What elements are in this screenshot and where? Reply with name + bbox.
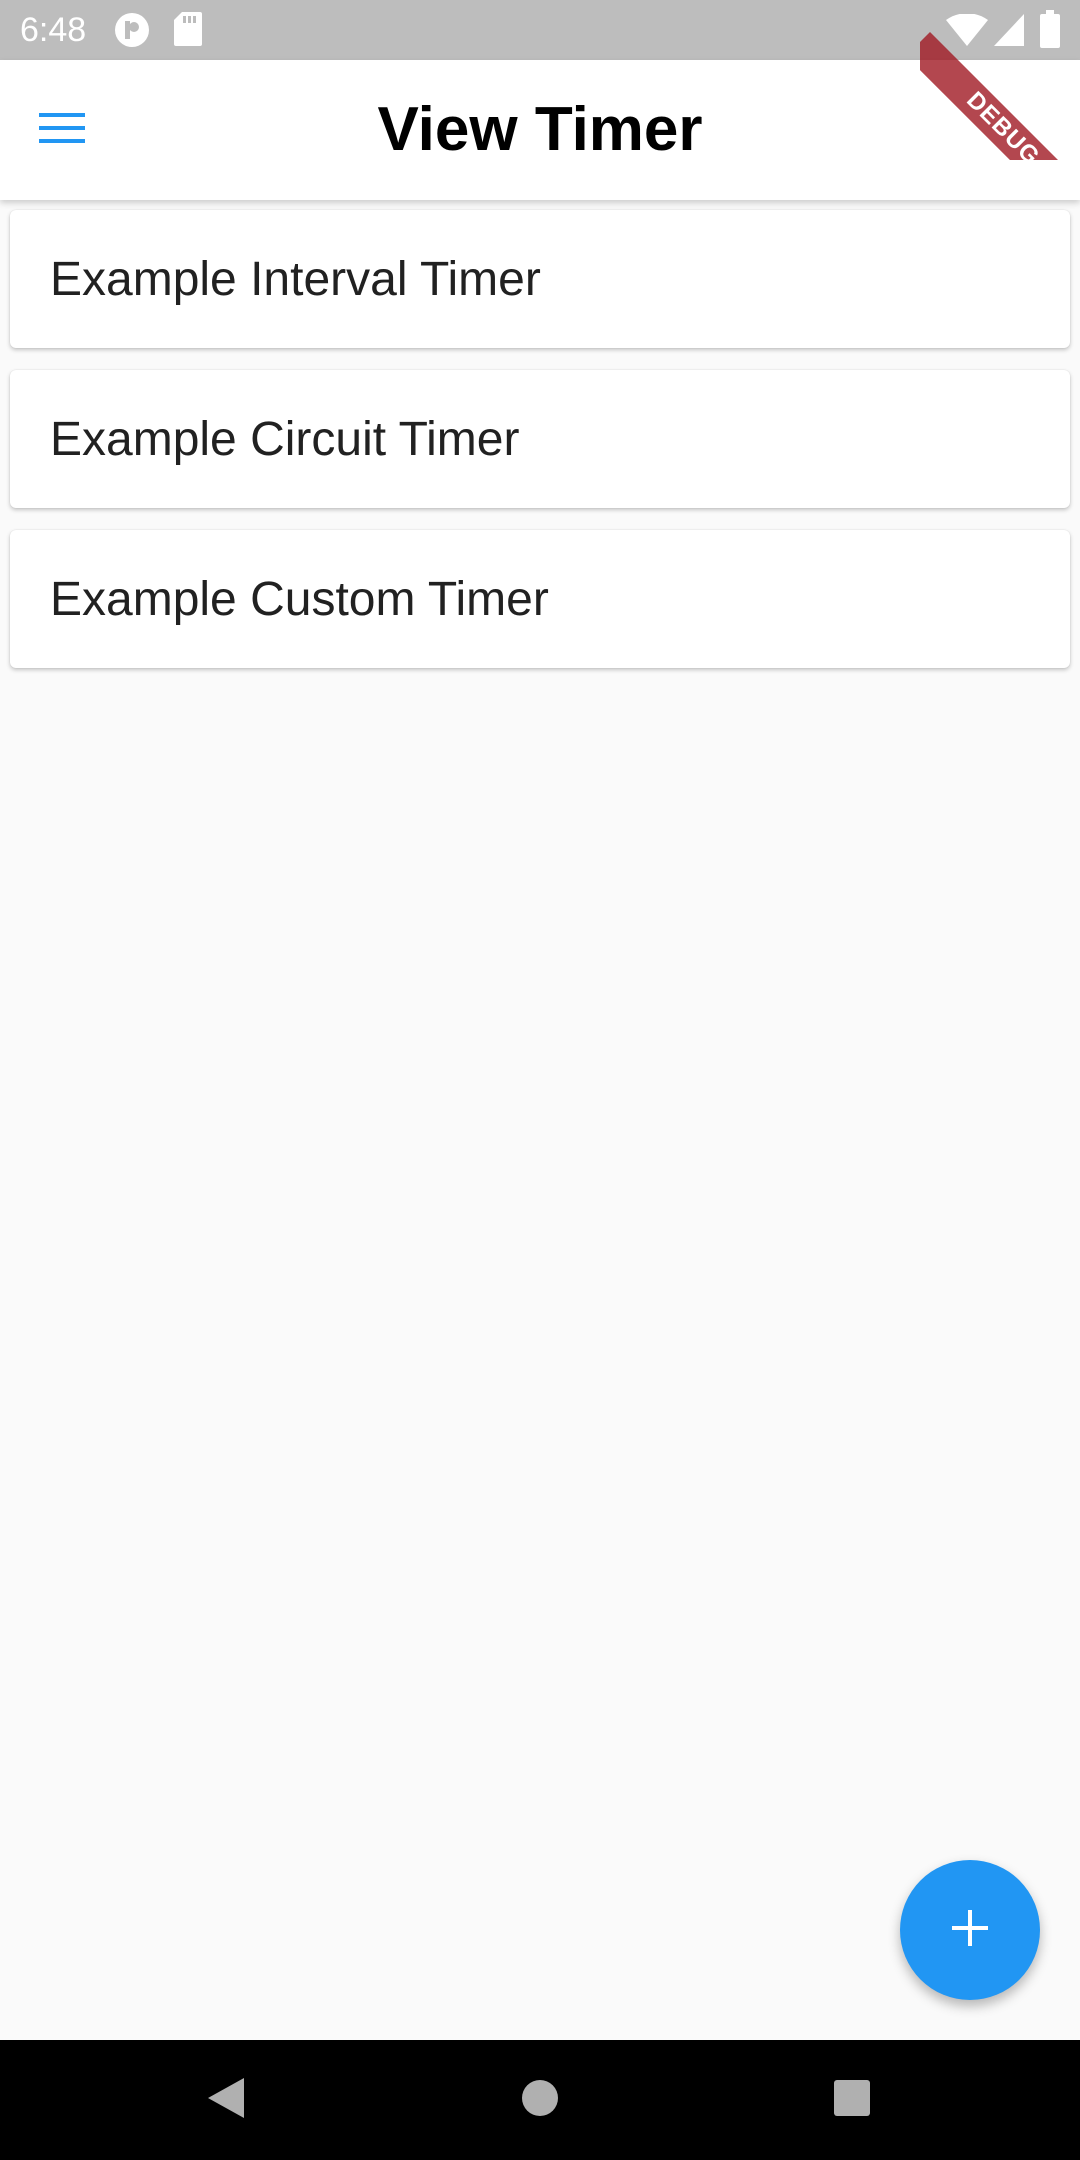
recents-button[interactable] [822, 2070, 882, 2130]
timer-card-label: Example Custom Timer [50, 572, 549, 626]
add-timer-button[interactable] [900, 1860, 1040, 2000]
screen: 6:48 View Timer Example Interval Timer E… [0, 0, 1080, 2160]
status-time: 6:48 [20, 11, 87, 49]
menu-icon [39, 111, 85, 150]
home-icon [521, 2079, 559, 2122]
plus-icon [950, 1908, 990, 1953]
wifi-icon [946, 13, 988, 51]
battery-icon [1040, 10, 1060, 53]
timer-card-circuit[interactable]: Example Circuit Timer [10, 370, 1070, 508]
timer-card-interval[interactable]: Example Interval Timer [10, 210, 1070, 348]
timer-card-custom[interactable]: Example Custom Timer [10, 530, 1070, 668]
sd-card-icon [174, 12, 202, 51]
back-button[interactable] [196, 2070, 256, 2130]
navigation-bar [0, 2040, 1080, 2160]
timer-card-label: Example Interval Timer [50, 252, 541, 306]
timer-list: Example Interval Timer Example Circuit T… [10, 210, 1070, 690]
cell-signal-icon [994, 14, 1024, 51]
timer-card-label: Example Circuit Timer [50, 412, 520, 466]
home-button[interactable] [510, 2070, 570, 2130]
menu-button[interactable] [30, 98, 94, 162]
page-title: View Timer [377, 95, 703, 164]
pocket-casts-icon [114, 12, 150, 53]
app-bar: View Timer [0, 60, 1080, 200]
recents-icon [833, 2079, 871, 2122]
status-bar: 6:48 [0, 0, 1080, 60]
back-icon [206, 2076, 246, 2125]
